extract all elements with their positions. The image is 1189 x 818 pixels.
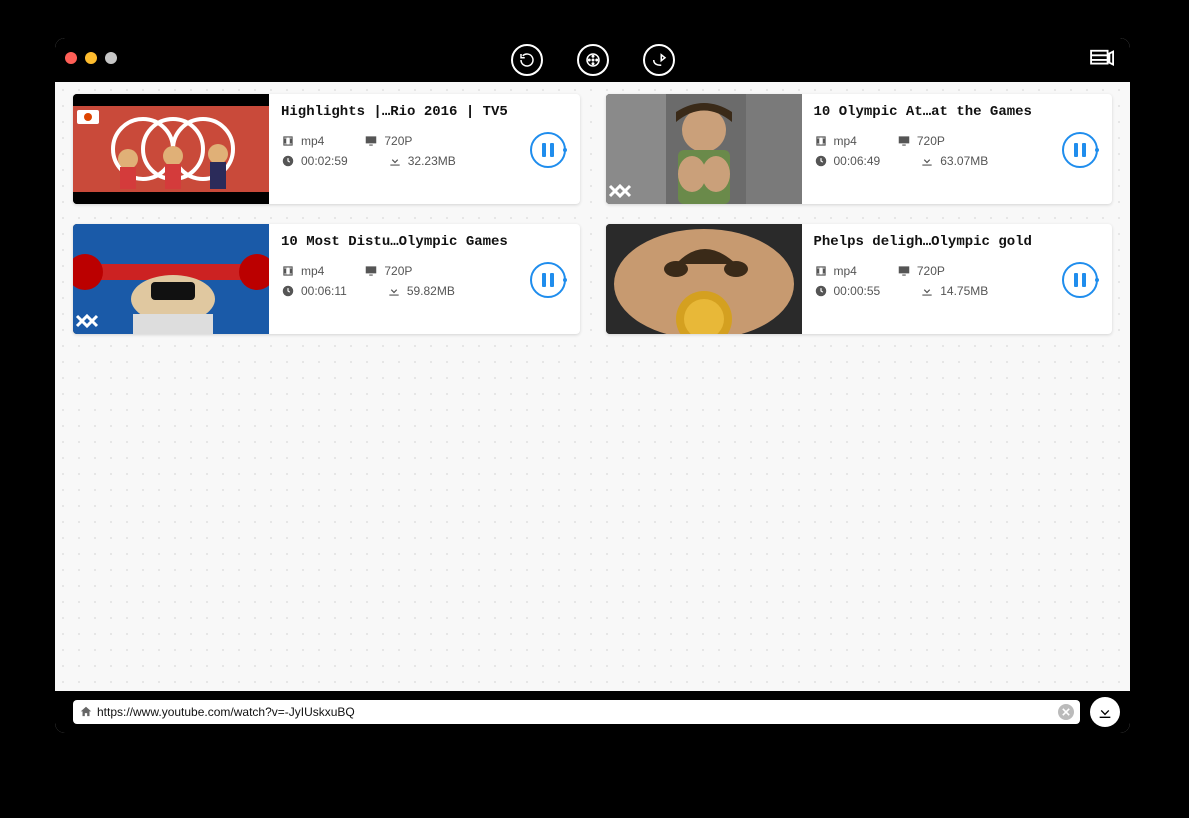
url-input[interactable] (97, 705, 1058, 719)
thumbnail-image (73, 94, 269, 204)
thumbnail-image (73, 224, 269, 334)
size-meta: 32.23MB (388, 154, 456, 168)
film-icon (814, 134, 828, 148)
library-button[interactable] (577, 44, 609, 76)
download-card: 10 Most Distu…Olympic Games mp4 720P 00:… (73, 224, 580, 334)
thumbnail-image (606, 94, 802, 204)
clock-icon (814, 154, 828, 168)
download-info: 10 Olympic At…at the Games mp4 720P 00:0… (802, 94, 1113, 204)
download-card: 10 Olympic At…at the Games mp4 720P 00:0… (606, 94, 1113, 204)
pause-icon (1074, 273, 1086, 287)
home-icon (79, 705, 93, 719)
video-thumbnail[interactable] (606, 94, 802, 204)
media-list-button[interactable] (1090, 48, 1116, 75)
pause-icon (542, 273, 554, 287)
download-icon (388, 154, 402, 168)
download-icon (920, 284, 934, 298)
film-icon (281, 134, 295, 148)
download-card: Highlights |…Rio 2016 | TV5 mp4 720P 00:… (73, 94, 580, 204)
pause-icon (542, 143, 554, 157)
download-arrow-icon (1097, 704, 1113, 720)
window-maximize-button[interactable] (105, 52, 117, 64)
video-title: 10 Olympic At…at the Games (814, 104, 1099, 120)
monitor-icon (364, 134, 378, 148)
clear-url-button[interactable] (1058, 704, 1074, 720)
video-title: 10 Most Distu…Olympic Games (281, 234, 566, 250)
video-thumbnail[interactable] (606, 224, 802, 334)
video-thumbnail[interactable] (73, 94, 269, 204)
app-window: Highlights |…Rio 2016 | TV5 mp4 720P 00:… (55, 38, 1130, 733)
titlebar (55, 38, 1130, 82)
size-meta: 63.07MB (920, 154, 988, 168)
pause-button[interactable] (1062, 262, 1098, 298)
refresh-icon (518, 51, 536, 69)
duration-meta: 00:02:59 (281, 154, 348, 168)
downloads-grid: Highlights |…Rio 2016 | TV5 mp4 720P 00:… (55, 82, 1130, 691)
format-meta: mp4 (814, 134, 857, 148)
toolbar (511, 44, 675, 76)
film-icon (281, 264, 295, 278)
format-meta: mp4 (814, 264, 857, 278)
refresh-button[interactable] (511, 44, 543, 76)
size-meta: 59.82MB (387, 284, 455, 298)
format-meta: mp4 (281, 264, 324, 278)
media-list-icon (1090, 48, 1116, 70)
film-icon (814, 264, 828, 278)
size-meta: 14.75MB (920, 284, 988, 298)
pause-icon (1074, 143, 1086, 157)
url-field-wrap (73, 700, 1080, 724)
download-info: Phelps deligh…Olympic gold mp4 720P 00:0… (802, 224, 1113, 334)
duration-meta: 00:06:49 (814, 154, 881, 168)
film-reel-icon (584, 51, 602, 69)
duration-meta: 00:00:55 (814, 284, 881, 298)
video-title: Highlights |…Rio 2016 | TV5 (281, 104, 566, 120)
window-minimize-button[interactable] (85, 52, 97, 64)
video-title: Phelps deligh…Olympic gold (814, 234, 1099, 250)
url-bar (55, 691, 1130, 733)
clock-icon (281, 284, 295, 298)
share-button[interactable] (643, 44, 675, 76)
thumbnail-image (606, 224, 802, 334)
duration-meta: 00:06:11 (281, 284, 347, 298)
resolution-meta: 720P (364, 134, 412, 148)
download-info: 10 Most Distu…Olympic Games mp4 720P 00:… (269, 224, 580, 334)
pause-button[interactable] (530, 132, 566, 168)
download-info: Highlights |…Rio 2016 | TV5 mp4 720P 00:… (269, 94, 580, 204)
close-icon (1062, 708, 1070, 716)
video-thumbnail[interactable] (73, 224, 269, 334)
resolution-meta: 720P (364, 264, 412, 278)
download-icon (387, 284, 401, 298)
download-card: Phelps deligh…Olympic gold mp4 720P 00:0… (606, 224, 1113, 334)
clock-icon (281, 154, 295, 168)
monitor-icon (897, 264, 911, 278)
download-button[interactable] (1090, 697, 1120, 727)
format-meta: mp4 (281, 134, 324, 148)
share-icon (650, 51, 668, 69)
resolution-meta: 720P (897, 264, 945, 278)
monitor-icon (897, 134, 911, 148)
pause-button[interactable] (530, 262, 566, 298)
download-icon (920, 154, 934, 168)
pause-button[interactable] (1062, 132, 1098, 168)
window-close-button[interactable] (65, 52, 77, 64)
clock-icon (814, 284, 828, 298)
window-controls (65, 52, 117, 64)
resolution-meta: 720P (897, 134, 945, 148)
monitor-icon (364, 264, 378, 278)
